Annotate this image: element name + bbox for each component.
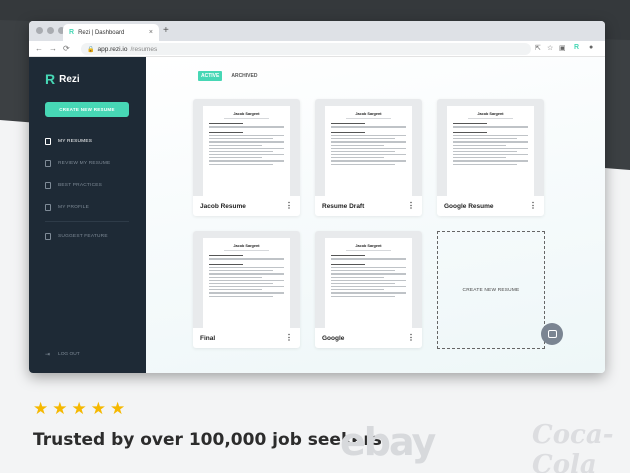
browser-tab[interactable]: R Rezi | Dashboard ×	[63, 24, 159, 41]
star-icon: ★	[52, 399, 68, 418]
ebay-logo: ebay	[340, 420, 436, 464]
resume-name[interactable]: Final	[200, 335, 215, 342]
tab-title: Rezi | Dashboard	[78, 29, 125, 36]
create-new-resume-card[interactable]: CREATE NEW RESUME	[437, 231, 545, 349]
rezi-logo-icon: R	[45, 71, 56, 87]
resume-paper: Jacob Sargent	[203, 106, 290, 196]
bookmark-star-icon[interactable]: ☆	[547, 44, 553, 52]
resume-card[interactable]: Jacob Sargent Google ⋮	[315, 231, 422, 348]
logout-label: LOG OUT	[58, 352, 80, 357]
sidebar-divider	[45, 221, 129, 222]
review-icon	[45, 159, 51, 167]
reload-icon[interactable]: ⟳	[63, 44, 70, 53]
browser-window: R Rezi | Dashboard × + ← → ⟳ 🔒 app.rezi.…	[29, 21, 605, 373]
resume-paper: Jacob Sargent	[325, 106, 412, 196]
brand-name: Rezi	[59, 73, 80, 85]
preview-name: Jacob Sargent	[233, 244, 260, 248]
sidebar-item-my-profile[interactable]: MY PROFILE	[45, 196, 129, 218]
resume-card[interactable]: Jacob Sargent Google Resume ⋮	[437, 99, 544, 216]
resume-paper: Jacob Sargent	[447, 106, 534, 196]
resume-card[interactable]: Jacob Sargent Final ⋮	[193, 231, 300, 348]
logout-icon: ⇥	[45, 352, 51, 358]
resume-name[interactable]: Google Resume	[444, 203, 493, 210]
address-bar: ← → ⟳ 🔒 app.rezi.io/resumes ⇱ ☆ ▣ R ●	[29, 41, 605, 57]
preview-name: Jacob Sargent	[233, 112, 260, 116]
sidebar-item-label: BEST PRACTICES	[58, 182, 103, 188]
sidebar-item-review-my-resume[interactable]: REVIEW MY RESUME	[45, 152, 129, 174]
profile-icon	[45, 203, 51, 211]
chat-icon	[547, 330, 557, 338]
star-icon: ★	[90, 399, 106, 418]
share-icon[interactable]: ⇱	[535, 44, 541, 52]
sidebar: R Rezi CREATE NEW RESUME MY RESUMES REVI…	[29, 57, 146, 373]
url-field[interactable]: 🔒 app.rezi.io/resumes	[81, 43, 531, 55]
resume-paper: Jacob Sargent	[325, 238, 412, 328]
preview-name: Jacob Sargent	[355, 244, 382, 248]
chat-support-button[interactable]	[541, 323, 563, 345]
close-tab-icon[interactable]: ×	[149, 29, 153, 36]
more-options-icon[interactable]: ⋮	[407, 334, 415, 342]
list-icon	[45, 181, 51, 189]
rezi-app: R Rezi CREATE NEW RESUME MY RESUMES REVI…	[29, 57, 605, 373]
resume-card[interactable]: Jacob Sargent Resume Draft ⋮	[315, 99, 422, 216]
lock-icon: 🔒	[87, 46, 95, 53]
more-options-icon[interactable]: ⋮	[529, 202, 537, 210]
sidebar-item-best-practices[interactable]: BEST PRACTICES	[45, 174, 129, 196]
suggest-icon	[45, 232, 51, 240]
sidebar-item-suggest-feature[interactable]: SUGGEST FEATURE	[45, 225, 129, 247]
window-controls[interactable]	[36, 27, 65, 34]
resume-name[interactable]: Resume Draft	[322, 203, 364, 210]
create-new-resume-button[interactable]: CREATE NEW RESUME	[45, 102, 129, 117]
resume-filter-tabs: ACTIVE ARCHIVED	[198, 71, 260, 81]
sidebar-item-label: MY PROFILE	[58, 204, 89, 210]
star-icon: ★	[110, 399, 126, 418]
coca-cola-logo: Coca-Cola	[532, 420, 614, 473]
resume-preview[interactable]: Jacob Sargent	[315, 99, 422, 196]
sidebar-item-my-resumes[interactable]: MY RESUMES	[45, 130, 129, 152]
rating-stars: ★ ★ ★ ★ ★	[33, 400, 125, 417]
sidebar-nav: MY RESUMES REVIEW MY RESUME BEST PRACTIC…	[45, 130, 129, 247]
resume-card-footer: Final ⋮	[193, 328, 300, 348]
url-host: app.rezi.io	[97, 45, 128, 53]
preview-name: Jacob Sargent	[355, 112, 382, 116]
resume-paper: Jacob Sargent	[203, 238, 290, 328]
resume-card-footer: Google Resume ⋮	[437, 196, 544, 216]
star-icon: ★	[71, 399, 87, 418]
resume-card-footer: Jacob Resume ⋮	[193, 196, 300, 216]
forward-icon[interactable]: →	[49, 44, 57, 53]
extension-icon[interactable]: ▣	[559, 44, 566, 52]
rezi-logo[interactable]: R Rezi	[45, 71, 80, 87]
resume-preview[interactable]: Jacob Sargent	[437, 99, 544, 196]
browser-tab-bar: R Rezi | Dashboard × +	[29, 21, 605, 41]
document-icon	[45, 137, 51, 145]
sidebar-item-label: SUGGEST FEATURE	[58, 233, 108, 239]
new-tab-icon[interactable]: +	[163, 25, 169, 36]
rezi-favicon-icon: R	[69, 29, 75, 36]
sidebar-item-label: MY RESUMES	[58, 138, 93, 144]
logout-button[interactable]: ⇥ LOG OUT	[45, 351, 80, 358]
tab-active[interactable]: ACTIVE	[198, 71, 223, 81]
resume-card-footer: Google ⋮	[315, 328, 422, 348]
resume-preview[interactable]: Jacob Sargent	[193, 231, 300, 328]
star-icon: ★	[33, 399, 49, 418]
resume-name[interactable]: Google	[322, 335, 344, 342]
main-content: ACTIVE ARCHIVED Jacob Sargent Jacob Resu…	[146, 57, 605, 373]
tab-archived[interactable]: ARCHIVED	[228, 71, 260, 81]
more-options-icon[interactable]: ⋮	[285, 202, 293, 210]
url-path: /resumes	[130, 45, 158, 53]
resume-preview[interactable]: Jacob Sargent	[315, 231, 422, 328]
more-options-icon[interactable]: ⋮	[407, 202, 415, 210]
trusted-tagline: Trusted by over 100,000 job seekers	[33, 430, 382, 450]
resume-card[interactable]: Jacob Sargent Jacob Resume ⋮	[193, 99, 300, 216]
more-options-icon[interactable]: ⋮	[285, 334, 293, 342]
resume-card-footer: Resume Draft ⋮	[315, 196, 422, 216]
profile-avatar-icon[interactable]: ●	[589, 44, 593, 51]
resume-preview[interactable]: Jacob Sargent	[193, 99, 300, 196]
promo-stage: R Rezi | Dashboard × + ← → ⟳ 🔒 app.rezi.…	[0, 0, 630, 473]
preview-name: Jacob Sargent	[477, 112, 504, 116]
rezi-extension-icon[interactable]: R	[574, 44, 579, 51]
sidebar-item-label: REVIEW MY RESUME	[58, 160, 111, 166]
resume-name[interactable]: Jacob Resume	[200, 203, 246, 210]
back-icon[interactable]: ←	[35, 44, 43, 53]
